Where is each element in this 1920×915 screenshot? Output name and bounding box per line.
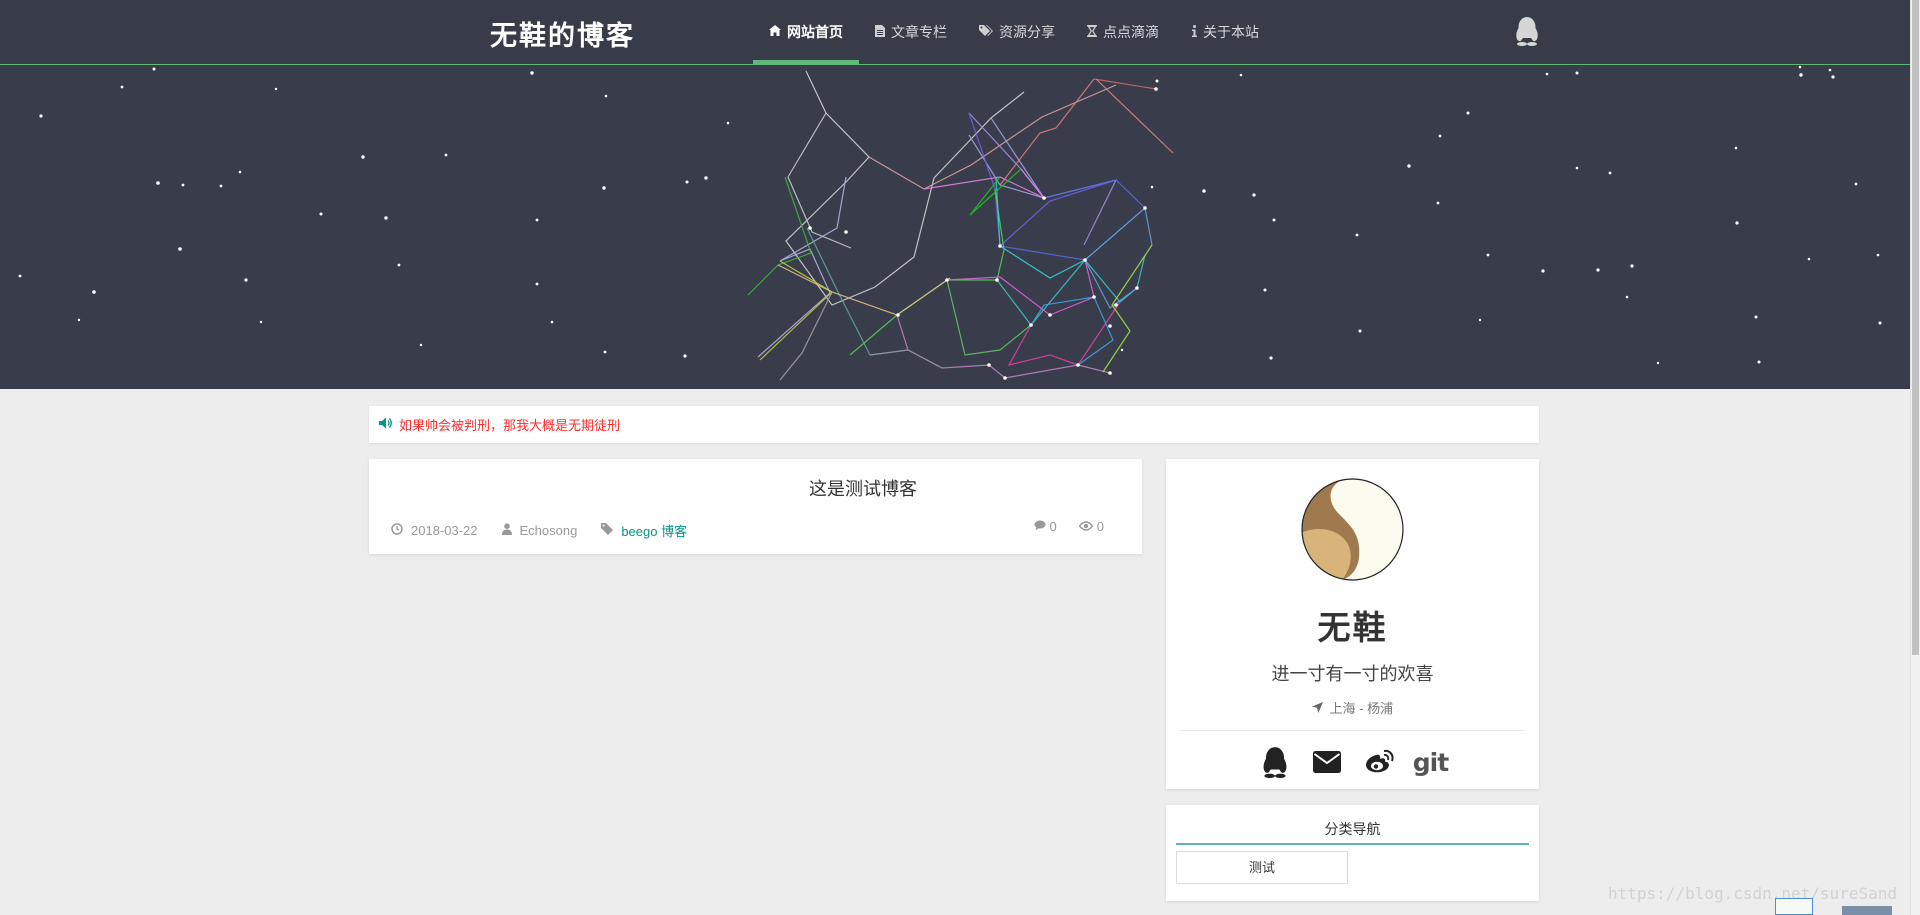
nav-label: 点点滴滴 [1103, 24, 1159, 40]
comment-count: 0 [1034, 519, 1057, 534]
nav-label: 关于本站 [1203, 24, 1259, 40]
comment-icon [1034, 520, 1046, 534]
view-count-text: 0 [1096, 519, 1104, 534]
envelope-icon[interactable] [1309, 744, 1345, 780]
qq-icon[interactable] [1514, 16, 1540, 46]
category-nav-card: 分类导航 测试 [1166, 805, 1539, 901]
article-stats: 0 0 [1012, 519, 1104, 534]
tags-icon [979, 24, 993, 40]
nav-label: 网站首页 [787, 24, 843, 40]
nav-label: 文章专栏 [891, 24, 947, 40]
eye-icon [1078, 520, 1094, 534]
hourglass-icon [1087, 24, 1097, 40]
article-card: 这是测试博客 2018-03-22 Echosong beego 博客 0 0 [369, 459, 1142, 554]
floating-bar[interactable] [1842, 906, 1892, 915]
avatar [1301, 478, 1404, 581]
scrollbar-thumb[interactable] [1912, 0, 1919, 655]
info-icon [1191, 24, 1197, 40]
user-icon [501, 523, 512, 538]
location-arrow-icon [1311, 701, 1327, 716]
profile-card: 无鞋 进一寸有一寸的欢喜 上海 - 杨浦 git [1166, 459, 1539, 789]
article-title[interactable]: 这是测试博客 [369, 475, 917, 501]
profile-location: 上海 - 杨浦 [1166, 698, 1539, 717]
view-count: 0 [1078, 519, 1104, 534]
main-nav: 网站首页 文章专栏 资源分享 点点滴滴 关于本站 [753, 0, 1275, 64]
top-header: 无鞋的博客 网站首页 文章专栏 资源分享 点点滴滴 关于本站 [0, 0, 1910, 65]
qq-icon[interactable] [1257, 744, 1293, 780]
announcement-text: 如果帅会被判刑，那我大概是无期徒刑 [399, 418, 621, 433]
category-nav-title: 分类导航 [1176, 813, 1529, 845]
nav-item-moments[interactable]: 点点滴滴 [1071, 0, 1175, 64]
site-logo[interactable]: 无鞋的博客 [490, 14, 635, 53]
speaker-icon [379, 417, 393, 432]
git-icon[interactable]: git [1413, 744, 1449, 780]
floating-widget[interactable] [1775, 898, 1813, 915]
file-icon [875, 24, 885, 40]
nav-item-resources[interactable]: 资源分享 [963, 0, 1071, 64]
announcement-bar: 如果帅会被判刑，那我大概是无期徒刑 [369, 406, 1539, 443]
weibo-icon[interactable] [1361, 744, 1397, 780]
category-item-test[interactable]: 测试 [1176, 851, 1348, 884]
comment-count-text: 0 [1049, 519, 1057, 534]
nav-item-articles[interactable]: 文章专栏 [859, 0, 963, 64]
git-label: git [1412, 747, 1449, 777]
location-text: 上海 - 杨浦 [1329, 701, 1394, 716]
tag-link[interactable]: beego 博客 [621, 521, 687, 540]
clock-icon [391, 523, 403, 538]
social-links: git [1166, 744, 1539, 780]
nav-item-about[interactable]: 关于本站 [1175, 0, 1275, 64]
tag-icon [601, 523, 614, 538]
page-scrollbar[interactable] [1910, 0, 1920, 915]
starfield-network [18, 65, 1882, 381]
article-author: Echosong [501, 523, 578, 538]
article-meta: 2018-03-22 Echosong beego 博客 [391, 521, 711, 540]
hero-banner [0, 65, 1910, 389]
divider [1180, 730, 1525, 731]
article-date: 2018-03-22 [391, 523, 478, 538]
home-icon [769, 25, 781, 39]
article-tags: beego 博客 [601, 521, 687, 540]
nav-item-home[interactable]: 网站首页 [753, 0, 859, 64]
page: 无鞋的博客 网站首页 文章专栏 资源分享 点点滴滴 关于本站 如果帅会被判刑，那… [0, 0, 1920, 915]
watermark: https://blog.csdn.net/sureSand [1608, 884, 1897, 903]
profile-name: 无鞋 [1317, 609, 1388, 646]
profile-motto: 进一寸有一寸的欢喜 [1271, 664, 1434, 684]
date-text: 2018-03-22 [411, 523, 478, 538]
author-text: Echosong [519, 523, 578, 538]
nav-label: 资源分享 [999, 24, 1055, 40]
